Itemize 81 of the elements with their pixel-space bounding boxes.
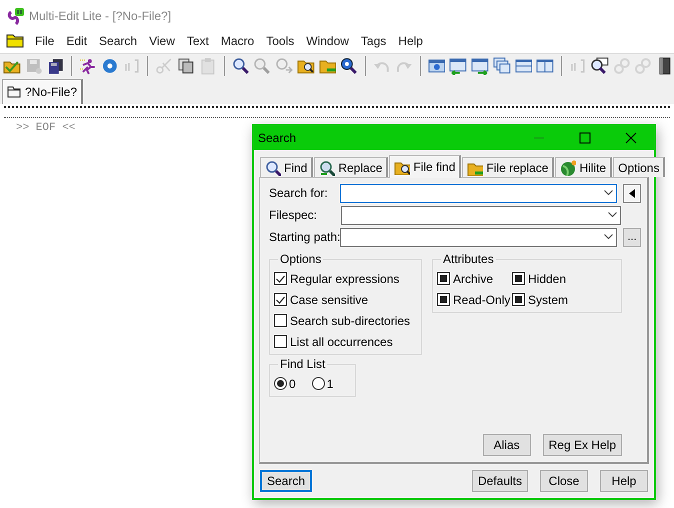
radio-button[interactable] <box>312 377 325 390</box>
dropdown-field[interactable] <box>340 228 618 246</box>
search-icon[interactable] <box>232 56 250 74</box>
menu-item[interactable]: Text <box>180 34 215 48</box>
split-window-icon[interactable] <box>536 56 554 74</box>
window-title: Multi-Edit Lite - [?No-File?] <box>29 9 172 23</box>
menu-item[interactable]: Macro <box>214 34 260 48</box>
menu-item[interactable]: Help <box>392 34 429 48</box>
checkbox-label: Read-Only <box>453 292 510 306</box>
chevron-down-icon <box>604 234 614 240</box>
checkbox[interactable] <box>274 293 287 306</box>
menu-item[interactable]: File <box>29 34 60 48</box>
checkbox-label: Case sensitive <box>290 292 368 306</box>
chevron-down-icon <box>604 190 614 196</box>
runner-icon[interactable] <box>79 56 97 74</box>
checkbox[interactable] <box>437 293 450 306</box>
close-icon[interactable] <box>625 132 637 144</box>
editor-line: >> EOF << <box>16 122 76 134</box>
dialog-tab[interactable]: Hilite <box>555 157 612 177</box>
split-window-icon[interactable] <box>514 56 532 74</box>
maximize-icon[interactable] <box>579 132 591 144</box>
checkbox[interactable] <box>512 272 525 285</box>
dialog-tab[interactable]: Options <box>613 157 666 177</box>
dialog-tab[interactable]: Replace <box>314 157 388 177</box>
dialog-button[interactable]: Defaults <box>472 470 528 492</box>
checkbox[interactable] <box>512 293 525 306</box>
radio-label: 0 <box>289 376 296 390</box>
radio-button[interactable] <box>274 377 287 390</box>
file-tab[interactable]: ?No-File? <box>2 79 84 104</box>
field-label: Search for: <box>269 186 329 200</box>
tag-search-icon[interactable] <box>590 56 609 74</box>
dialog-button[interactable]: Search <box>260 470 312 492</box>
checkbox-label: Hidden <box>528 272 566 286</box>
dropdown-field[interactable] <box>340 184 618 202</box>
copy-icon[interactable] <box>177 56 195 74</box>
group-label: Find List <box>279 357 326 371</box>
dialog-tab[interactable]: Find <box>260 157 314 177</box>
radio-label: 1 <box>326 376 334 390</box>
disks-icon[interactable] <box>46 56 64 74</box>
folder-icon <box>7 86 21 98</box>
group-label: Attributes <box>442 252 495 266</box>
window-right-icon[interactable] <box>471 56 489 74</box>
window-left-icon[interactable] <box>449 56 468 74</box>
search-icon <box>265 160 281 176</box>
checkbox-label: Archive <box>453 272 494 286</box>
checkbox-label: Search sub-directories <box>290 314 410 328</box>
checkbox[interactable] <box>274 272 287 285</box>
dialog-button[interactable]: Reg Ex Help <box>542 434 622 456</box>
app-logo-icon <box>7 7 25 25</box>
checkbox-label: System <box>528 292 568 306</box>
field-label: Starting path: <box>269 230 340 244</box>
dialog-button[interactable]: Help <box>600 470 648 492</box>
dialog-button[interactable]: Alias <box>482 434 531 456</box>
menu-item[interactable]: Tools <box>260 34 300 48</box>
menu-item[interactable]: Tags <box>354 34 392 48</box>
menu-item[interactable]: Window <box>300 34 355 48</box>
browse-button[interactable]: ... <box>623 228 641 246</box>
checkbox-label: List all occurrences <box>290 334 393 348</box>
dialog-tab[interactable]: File find <box>389 155 462 178</box>
menu-item[interactable]: Search <box>93 34 144 48</box>
dialog-tab[interactable]: File replace <box>462 157 554 177</box>
replace-icon <box>319 160 336 176</box>
checkbox[interactable] <box>274 314 287 327</box>
arrow-button[interactable] <box>623 184 641 202</box>
search-icon[interactable] <box>340 56 358 74</box>
triangle-left-icon <box>629 188 636 198</box>
dialog-title: Search <box>258 131 298 145</box>
field-label: Filespec: <box>269 208 318 222</box>
dropdown-field[interactable] <box>341 206 621 224</box>
folder-icon[interactable] <box>6 33 24 49</box>
menu-item[interactable]: View <box>143 34 181 48</box>
checkbox-label: Regular expressions <box>290 272 400 286</box>
cascade-icon[interactable] <box>492 56 511 74</box>
chevron-down-icon <box>608 212 617 218</box>
group-label: Options <box>279 252 322 266</box>
dialog-button[interactable]: Close <box>540 470 588 492</box>
window-icon[interactable] <box>428 56 446 74</box>
checkbox[interactable] <box>437 272 450 285</box>
globe-icon <box>560 160 576 176</box>
menu-item[interactable]: Edit <box>60 34 94 48</box>
checkbox[interactable] <box>274 335 287 348</box>
